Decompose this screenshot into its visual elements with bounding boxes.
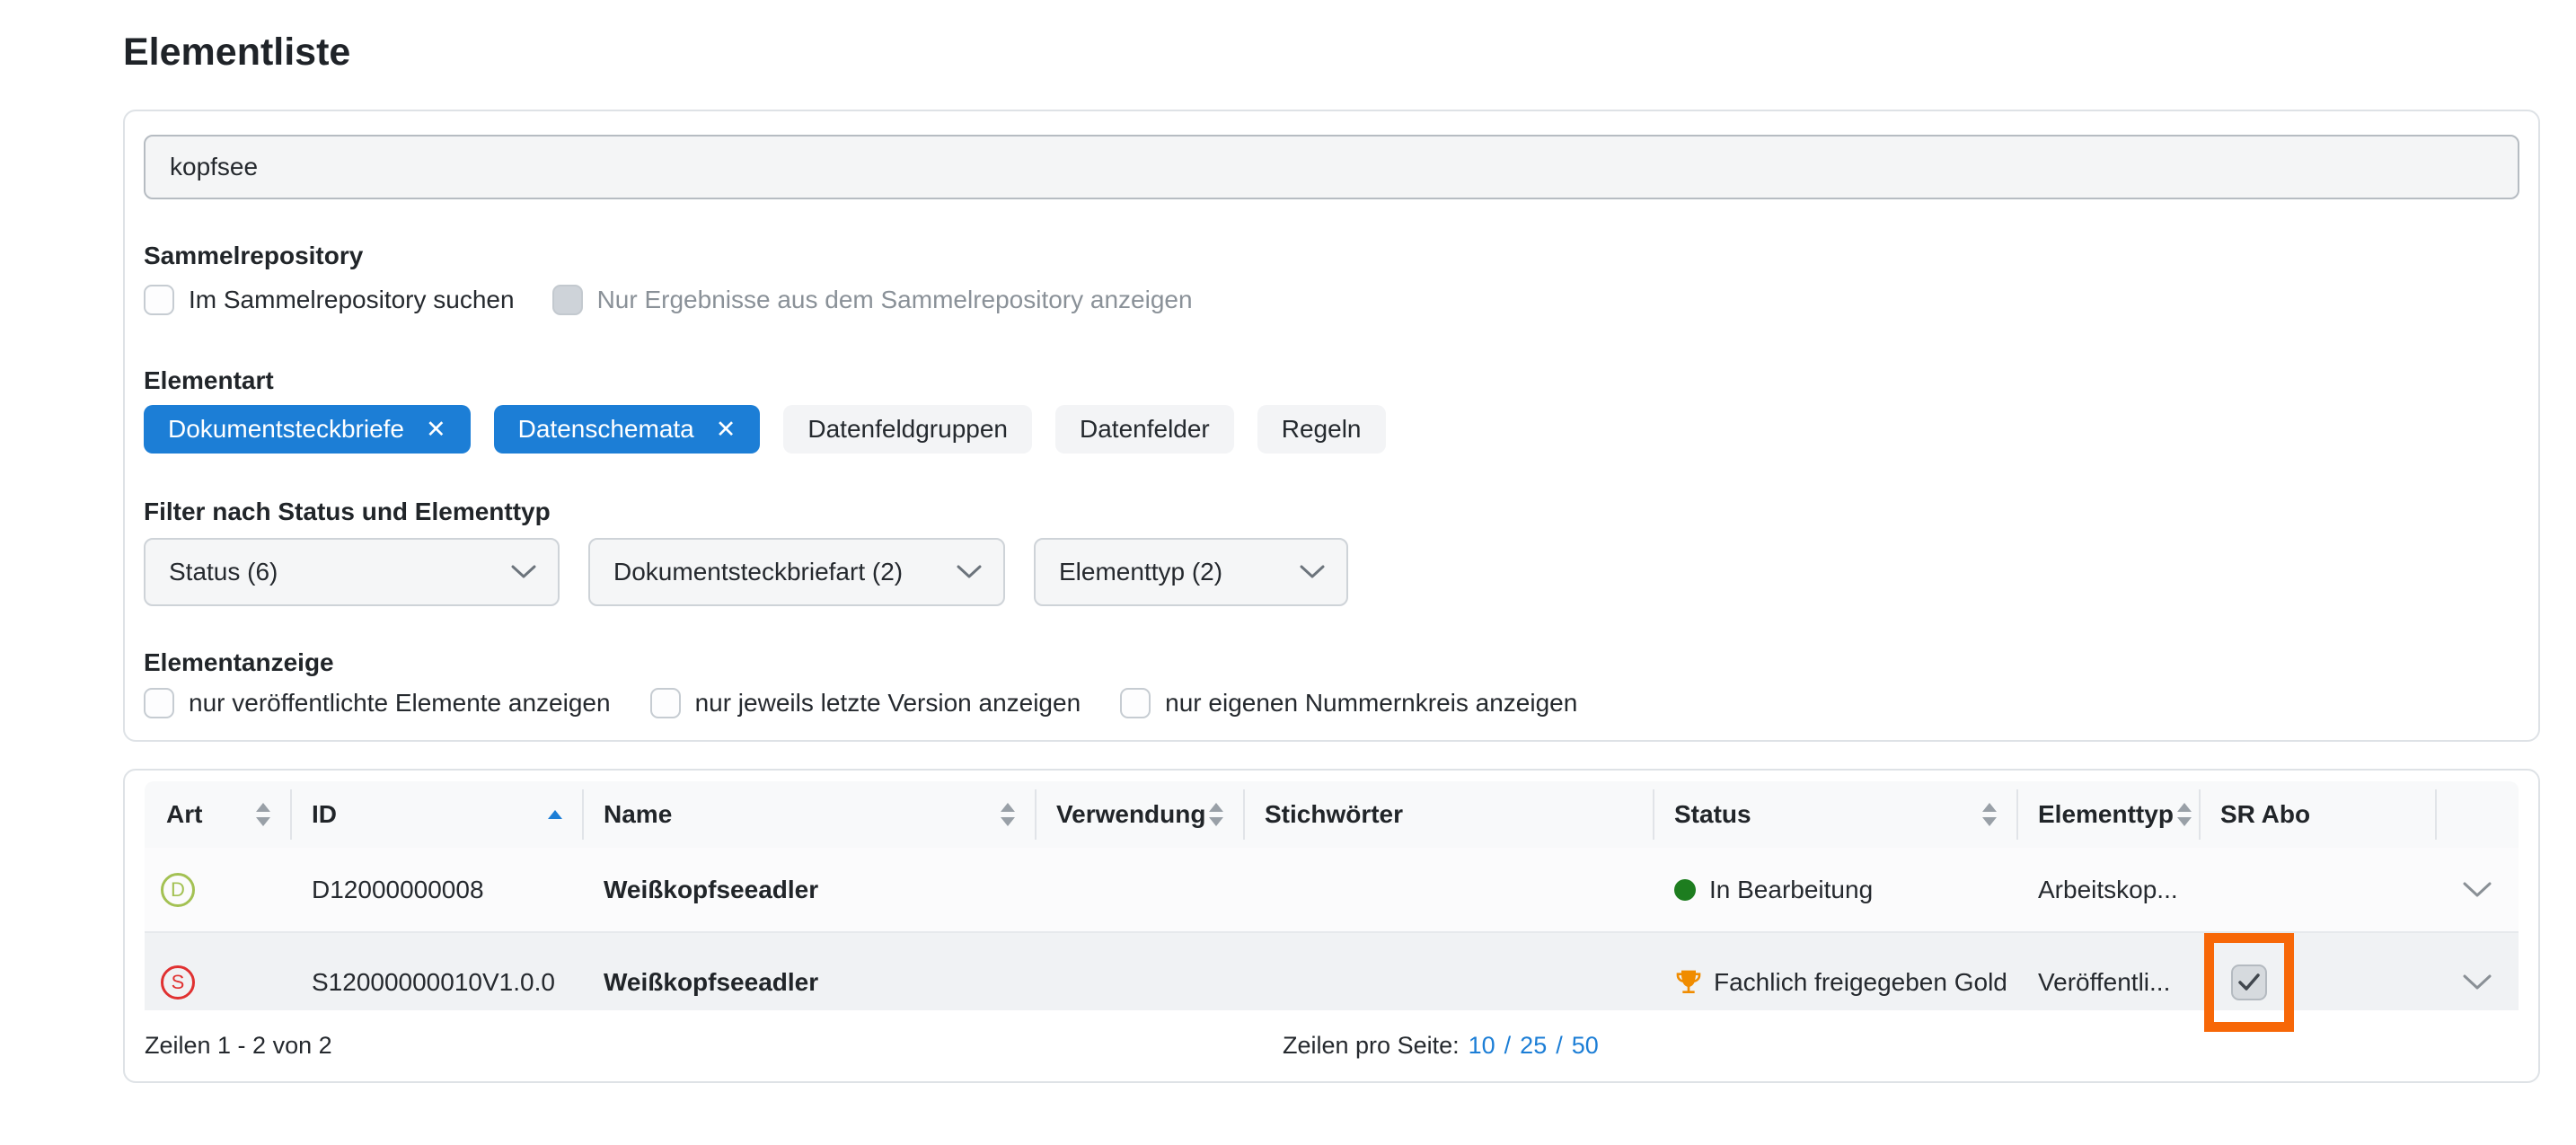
column-header-sr-abo: SR Abo [2199,781,2435,848]
element-art-s-icon: S [161,965,195,1000]
chevron-down-icon [511,565,536,579]
table-header-row: Art ID Name Verwendung Stichwörter [145,781,2519,848]
remove-icon[interactable]: ✕ [426,418,446,442]
status-label: In Bearbeitung [1709,876,1873,904]
page-size-selector: Zeilen pro Seite: 10 / 25 / 50 [1283,1032,1599,1060]
elementart-label: Elementart [144,366,2519,396]
cell-name: Weißkopfseeadler [582,848,1035,931]
cell-elementtyp: Arbeitskop... [2016,848,2199,931]
checkbox-icon[interactable] [1120,688,1151,718]
cell-id: D12000000008 [290,848,582,931]
dropdown-value: Elementtyp (2) [1059,558,1222,586]
checkbox-icon-disabled [552,285,583,315]
chevron-down-icon [2462,881,2492,899]
chip-dokumentsteckbriefe[interactable]: Dokumentsteckbriefe ✕ [144,405,471,454]
checkbox-icon[interactable] [144,688,174,718]
checkbox-nur-veroeffentlichte[interactable]: nur veröffentlichte Elemente anzeigen [144,688,611,718]
chevron-down-icon [2462,973,2492,991]
checkbox-label: Im Sammelrepository suchen [189,286,515,314]
chip-label: Datenschemata [518,415,694,444]
cell-verwendung [1035,848,1243,931]
dropdown-value: Status (6) [169,558,278,586]
checkbox-icon[interactable] [144,285,174,315]
column-header-stichwoerter: Stichwörter [1243,781,1653,848]
elementanzeige-label: Elementanzeige [144,647,2519,678]
page-title: Elementliste [123,29,2540,75]
expand-row-button[interactable] [2462,881,2492,899]
chip-label: Datenfeldgruppen [807,415,1008,444]
trophy-gold-icon [1674,968,1703,997]
remove-icon[interactable]: ✕ [716,418,737,442]
checkbox-eigener-nummernkreis[interactable]: nur eigenen Nummernkreis anzeigen [1120,688,1577,718]
elementtyp-dropdown[interactable]: Elementtyp (2) [1034,538,1348,606]
table-footer: Zeilen 1 - 2 von 2 Zeilen pro Seite: 10 … [145,1010,2519,1080]
column-header-id[interactable]: ID [290,781,582,848]
checkbox-nur-ergebnisse-sammelrepository: Nur Ergebnisse aus dem Sammelrepository … [552,285,1193,315]
sort-icon [2177,803,2192,826]
checkbox-label: nur eigenen Nummernkreis anzeigen [1165,689,1577,718]
column-header-actions [2435,781,2519,848]
checkbox-label: Nur Ergebnisse aus dem Sammelrepository … [597,286,1193,314]
rows-info: Zeilen 1 - 2 von 2 [145,1032,332,1060]
chip-datenfeldgruppen[interactable]: Datenfeldgruppen [783,405,1032,454]
sort-asc-icon [548,810,562,819]
chip-label: Dokumentsteckbriefe [168,415,404,444]
status-in-bearbeitung-icon [1674,879,1696,901]
chevron-down-icon [1300,565,1325,579]
element-art-d-icon: D [161,873,195,907]
sammelrepository-label: Sammelrepository [144,241,2519,271]
chevron-down-icon [957,565,982,579]
checkbox-im-sammelrepository-suchen[interactable]: Im Sammelrepository suchen [144,285,515,315]
cell-sr-abo [2199,848,2435,931]
elementliste-page: Elementliste Sammelrepository Im Sammelr… [123,29,2540,1083]
checkbox-icon[interactable] [650,688,681,718]
chip-label: Regeln [1282,415,1362,444]
results-table: Art ID Name Verwendung Stichwörter [145,781,2519,1080]
page-size-25[interactable]: 25 [1520,1032,1547,1060]
checkmark-icon [2237,973,2261,992]
status-label: Fachlich freigegeben Gold [1714,968,2007,997]
column-header-art[interactable]: Art [145,781,290,848]
dokumentsteckbriefart-dropdown[interactable]: Dokumentsteckbriefart (2) [588,538,1005,606]
column-header-elementtyp[interactable]: Elementtyp [2016,781,2199,848]
checkbox-letzte-version[interactable]: nur jeweils letzte Version anzeigen [650,688,1081,718]
page-size-10[interactable]: 10 [1469,1032,1495,1060]
checkbox-label: nur jeweils letzte Version anzeigen [695,689,1081,718]
search-input[interactable] [144,135,2519,199]
checkbox-label: nur veröffentlichte Elemente anzeigen [189,689,611,718]
page-size-label: Zeilen pro Seite: [1283,1032,1460,1060]
filter-label: Filter nach Status und Elementtyp [144,497,2519,527]
sort-icon [1209,803,1223,826]
filters-card: Sammelrepository Im Sammelrepository suc… [123,110,2540,742]
expand-row-button[interactable] [2462,973,2492,991]
column-header-verwendung[interactable]: Verwendung [1035,781,1243,848]
status-dropdown[interactable]: Status (6) [144,538,560,606]
sort-icon [256,803,270,826]
sort-icon [1982,803,1997,826]
results-card: Art ID Name Verwendung Stichwörter [123,769,2540,1083]
table-row: S S12000000010V1.0.0 Weißkopfseeadler Fa… [145,931,2519,1010]
cell-stichwoerter [1243,848,1653,931]
dropdown-value: Dokumentsteckbriefart (2) [613,558,903,586]
sr-abo-checkbox-checked [2231,964,2267,1000]
chip-label: Datenfelder [1080,415,1210,444]
column-header-name[interactable]: Name [582,781,1035,848]
chip-regeln[interactable]: Regeln [1257,405,1386,454]
chip-datenfelder[interactable]: Datenfelder [1055,405,1234,454]
page-size-50[interactable]: 50 [1572,1032,1599,1060]
chip-datenschemata[interactable]: Datenschemata ✕ [494,405,761,454]
sort-icon [1001,803,1015,826]
table-row: D D12000000008 Weißkopfseeadler In Bearb… [145,848,2519,931]
cell-status: In Bearbeitung [1653,848,2016,931]
column-header-status[interactable]: Status [1653,781,2016,848]
